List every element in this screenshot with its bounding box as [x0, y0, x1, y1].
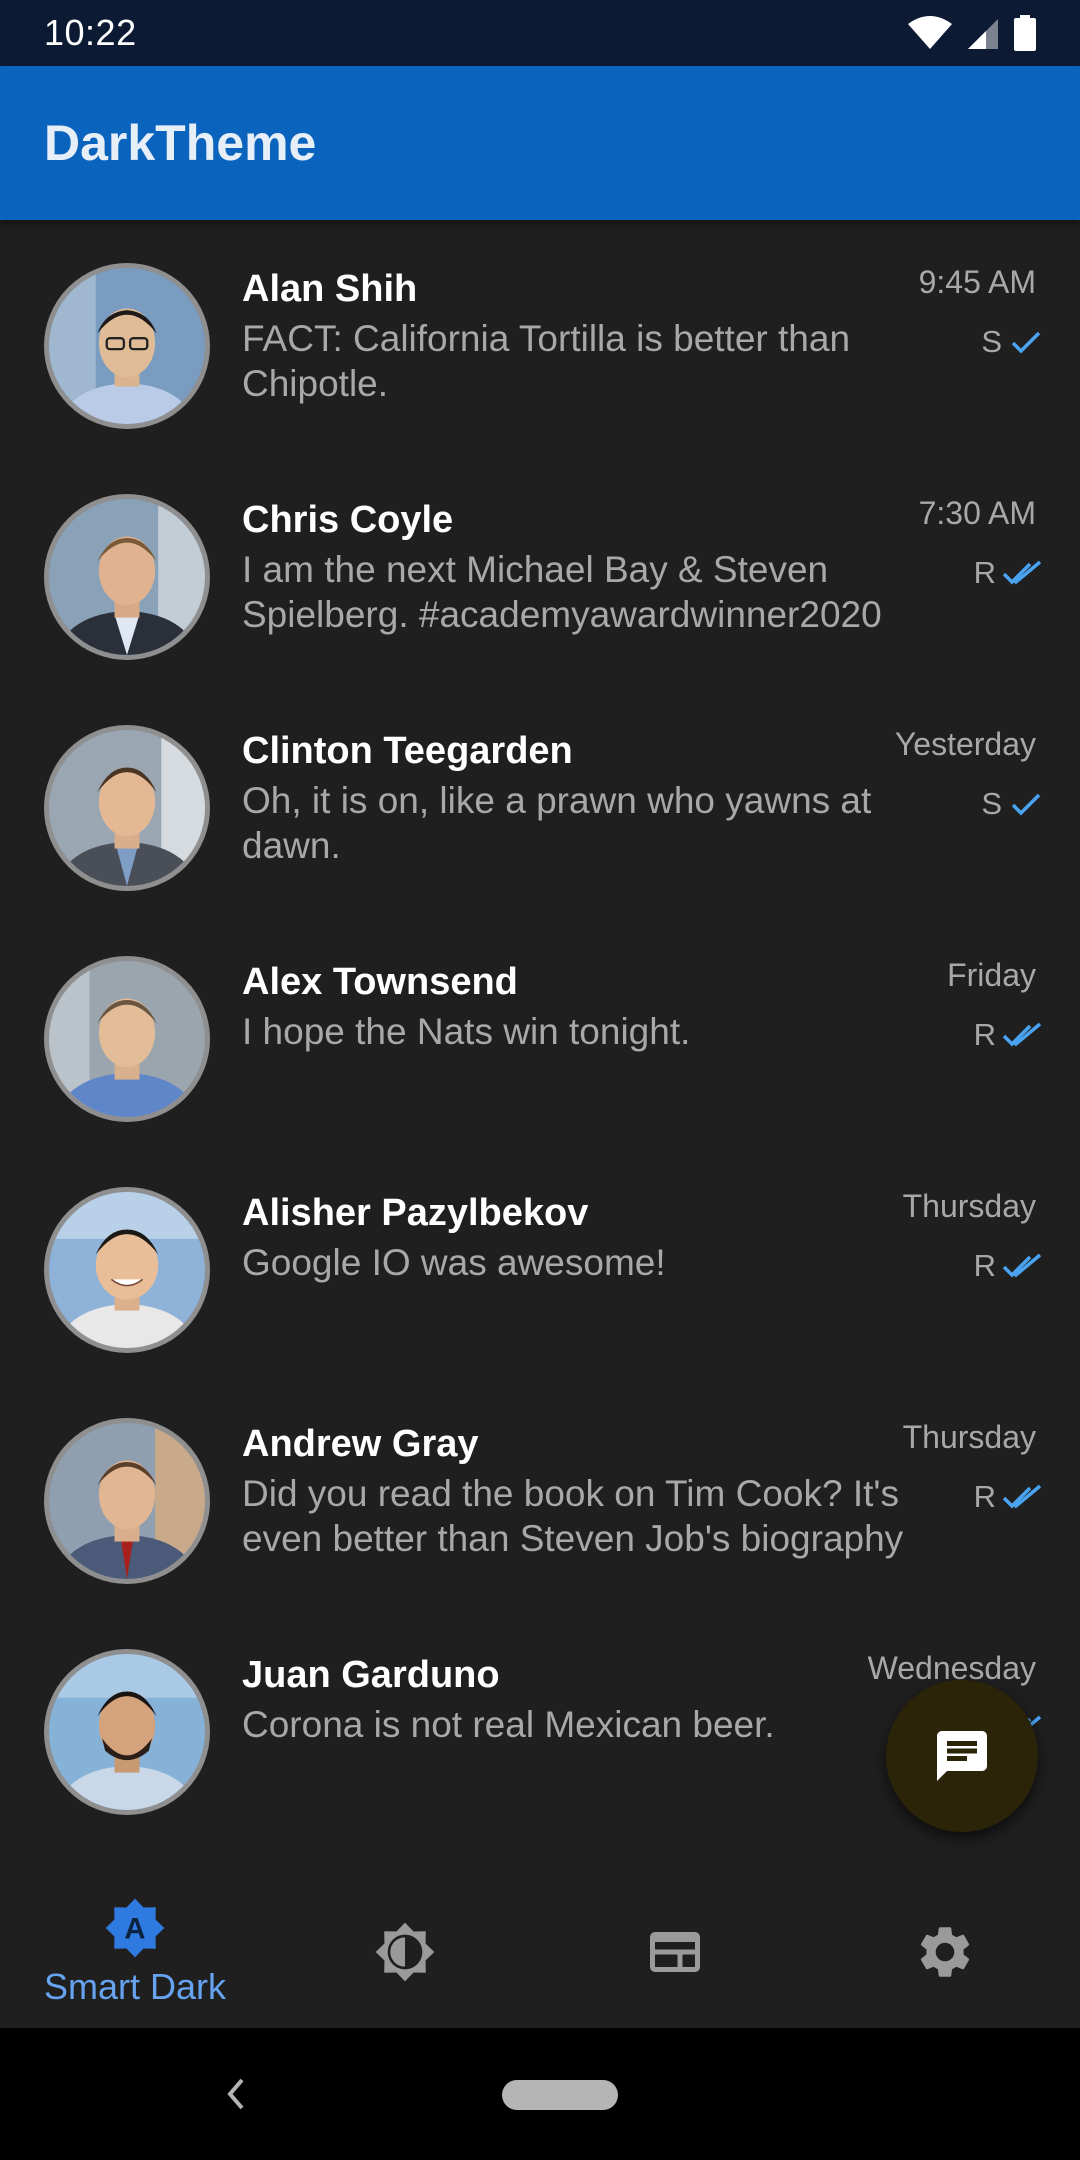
avatar — [44, 1187, 210, 1353]
message-status: S — [981, 324, 1044, 360]
contact-name: Alisher Pazylbekov — [242, 1192, 589, 1234]
avatar — [44, 1418, 210, 1584]
message-status: R — [974, 1248, 1044, 1284]
message-time: 9:45 AM — [918, 264, 1036, 300]
nav-item-smart-dark[interactable]: A Smart Dark — [0, 1870, 270, 2028]
avatar — [44, 263, 210, 429]
message-preview: Google IO was awesome! — [242, 1242, 666, 1283]
wifi-icon — [908, 16, 952, 49]
double-check-icon — [1002, 560, 1042, 585]
smart-dark-icon: A — [105, 1898, 165, 1958]
check-icon — [1011, 331, 1041, 354]
conversation-row[interactable]: Chris Coyle I am the next Michael Bay & … — [0, 451, 1080, 682]
nav-item-settings[interactable] — [810, 1870, 1080, 2028]
message-icon — [937, 1731, 987, 1781]
signal-icon — [968, 19, 998, 49]
message-preview: I hope the Nats win tonight. — [242, 1011, 691, 1052]
avatar — [44, 956, 210, 1122]
home-button[interactable] — [502, 2080, 618, 2110]
message-status: R — [974, 1017, 1044, 1053]
new-message-fab[interactable] — [886, 1680, 1038, 1832]
status-letter: R — [973, 1479, 996, 1514]
double-check-icon — [1002, 1022, 1042, 1047]
status-bar: 10:22 — [0, 0, 1080, 66]
contrast-icon — [375, 1922, 435, 1982]
view-icon — [650, 1932, 700, 1972]
contact-name: Alex Townsend — [242, 961, 518, 1003]
app-bar: DarkTheme — [0, 66, 1080, 220]
message-preview: Corona is not real Mexican beer. — [242, 1704, 775, 1745]
nav-item-view[interactable] — [540, 1870, 810, 2028]
conversation-row[interactable]: Clinton Teegarden Oh, it is on, like a p… — [0, 682, 1080, 913]
contact-name: Alan Shih — [242, 268, 418, 310]
double-check-icon — [1002, 1253, 1042, 1278]
nav-item-contrast[interactable] — [270, 1870, 540, 2028]
double-check-icon — [1002, 1484, 1042, 1509]
contact-name: Clinton Teegarden — [242, 730, 573, 772]
conversation-list[interactable]: Alan Shih FACT: California Tortilla is b… — [0, 220, 1080, 1870]
message-preview: Did you read the book on Tim Cook? It's … — [242, 1473, 904, 1559]
message-status: R — [974, 1479, 1044, 1515]
conversation-row[interactable]: Alisher Pazylbekov Google IO was awesome… — [0, 1144, 1080, 1375]
message-preview: I am the next Michael Bay & Steven Spiel… — [242, 549, 882, 635]
conversation-row[interactable]: Alan Shih FACT: California Tortilla is b… — [0, 220, 1080, 451]
bottom-navigation: A Smart Dark — [0, 1870, 1080, 2028]
message-time: Yesterday — [894, 726, 1036, 762]
message-preview: FACT: California Tortilla is better than… — [242, 318, 851, 404]
message-time: Thursday — [902, 1419, 1036, 1455]
avatar — [44, 494, 210, 660]
battery-icon — [1014, 15, 1036, 51]
message-time: Friday — [947, 957, 1036, 993]
status-letter: R — [973, 1248, 996, 1283]
system-navigation-bar — [0, 2028, 1080, 2160]
contact-name: Andrew Gray — [242, 1423, 479, 1465]
message-time: 7:30 AM — [918, 495, 1036, 531]
check-icon — [1011, 793, 1041, 816]
status-icons — [908, 15, 1036, 51]
status-letter: S — [981, 786, 1002, 821]
svg-text:A: A — [124, 1913, 145, 1946]
nav-label-smart-dark: Smart Dark — [43, 1966, 227, 2007]
conversation-row[interactable]: Alex Townsend I hope the Nats win tonigh… — [0, 913, 1080, 1144]
status-letter: R — [973, 555, 996, 590]
avatar — [44, 1649, 210, 1815]
back-icon[interactable] — [222, 2072, 250, 2116]
message-status: S — [981, 786, 1044, 822]
status-letter: R — [973, 1017, 996, 1052]
app-title: DarkTheme — [44, 115, 317, 171]
message-status: R — [974, 555, 1044, 591]
contact-name: Chris Coyle — [242, 499, 454, 541]
contact-name: Juan Garduno — [242, 1654, 500, 1696]
avatar — [44, 725, 210, 891]
settings-icon — [920, 1927, 970, 1977]
status-letter: S — [981, 324, 1002, 359]
status-time: 10:22 — [44, 12, 137, 53]
conversation-row[interactable]: Andrew Gray Did you read the book on Tim… — [0, 1375, 1080, 1606]
message-preview: Oh, it is on, like a prawn who yawns at … — [242, 780, 872, 866]
message-time: Thursday — [902, 1188, 1036, 1224]
